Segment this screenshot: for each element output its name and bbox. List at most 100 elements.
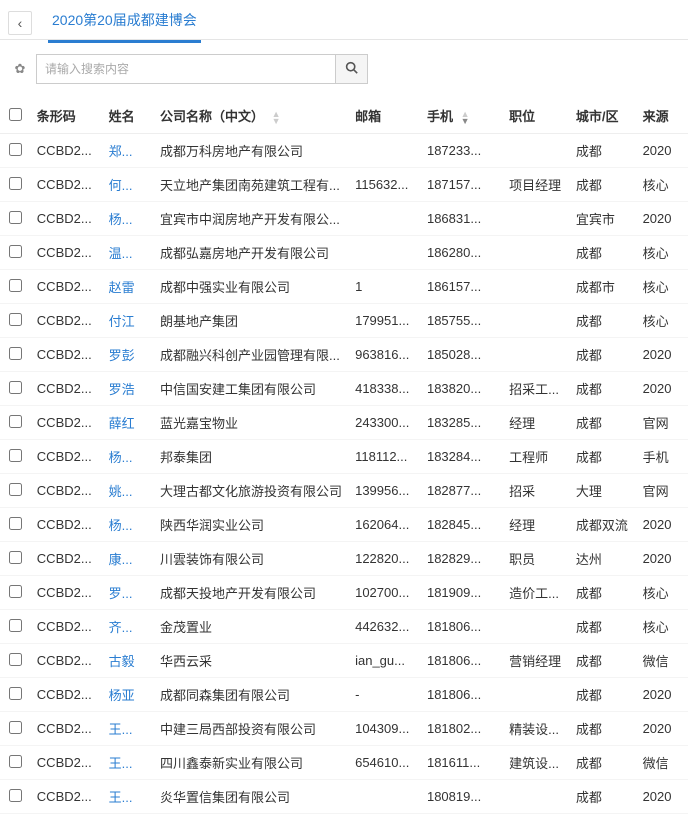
row-checkbox[interactable] [9,755,22,768]
row-checkbox[interactable] [9,789,22,802]
cell-name[interactable]: 姚... [103,474,154,508]
col-header-phone[interactable]: 手机 ▲▼ [421,98,503,134]
row-checkbox[interactable] [9,143,22,156]
col-header-company[interactable]: 公司名称（中文） ▲▼ [154,98,349,134]
cell-name[interactable]: 赵雷 [103,270,154,304]
cell-position: 招采 [503,474,570,508]
table-row[interactable]: CCBD2...罗浩中信国安建工集团有限公司418338...183820...… [0,372,688,406]
cell-name[interactable]: 王... [103,746,154,780]
table-row[interactable]: CCBD2...齐...金茂置业442632...181806...成都核心 [0,610,688,644]
cell-position: 项目经理 [503,168,570,202]
row-select-cell [0,746,31,780]
gear-icon[interactable]: ✿ [10,61,30,77]
table-row[interactable]: CCBD2...王...四川鑫泰新实业有限公司654610...181611..… [0,746,688,780]
cell-name[interactable]: 杨... [103,202,154,236]
cell-barcode: CCBD2... [31,474,103,508]
col-header-position[interactable]: 职位 [503,98,570,134]
search-row: ✿ [0,40,688,98]
row-checkbox[interactable] [9,653,22,666]
back-button[interactable]: ‹ [8,11,32,35]
row-checkbox[interactable] [9,211,22,224]
table-row[interactable]: CCBD2...薛红蓝光嘉宝物业243300...183285...经理成都官网 [0,406,688,440]
table-row[interactable]: CCBD2...赵雷成都中强实业有限公司1186157...成都市核心 [0,270,688,304]
cell-city: 宜宾市 [570,202,637,236]
row-checkbox[interactable] [9,551,22,564]
col-header-select[interactable] [0,98,31,134]
cell-name[interactable]: 郑... [103,134,154,168]
table-row[interactable]: CCBD2...杨...陕西华润实业公司162064...182845...经理… [0,508,688,542]
cell-name[interactable]: 温... [103,236,154,270]
cell-phone: 187233... [421,134,503,168]
cell-name[interactable]: 罗... [103,576,154,610]
table-header-row: 条形码 姓名 公司名称（中文） ▲▼ 邮箱 手机 ▲▼ 职位 城市/区 来源 [0,98,688,134]
row-checkbox[interactable] [9,449,22,462]
table-row[interactable]: CCBD2...付江朗基地产集团179951...185755...成都核心 [0,304,688,338]
cell-name[interactable]: 付江 [103,304,154,338]
row-select-cell [0,202,31,236]
cell-city: 成都市 [570,270,637,304]
cell-name[interactable]: 罗浩 [103,372,154,406]
table-row[interactable]: CCBD2...杨...宜宾市中润房地产开发有限公...186831...宜宾市… [0,202,688,236]
row-checkbox[interactable] [9,517,22,530]
cell-phone: 181611... [421,746,503,780]
row-checkbox[interactable] [9,313,22,326]
cell-name[interactable]: 杨亚 [103,678,154,712]
cell-name[interactable]: 杨... [103,440,154,474]
cell-email: 442632... [349,610,421,644]
row-checkbox[interactable] [9,585,22,598]
row-checkbox[interactable] [9,177,22,190]
cell-position: 招采工... [503,372,570,406]
row-checkbox[interactable] [9,483,22,496]
col-header-name[interactable]: 姓名 [103,98,154,134]
cell-company: 成都天投地产开发有限公司 [154,576,349,610]
cell-name[interactable]: 罗彭 [103,338,154,372]
tab-active[interactable]: 2020第20届成都建博会 [48,2,201,43]
table-row[interactable]: CCBD2...罗彭成都融兴科创产业园管理有限...963816...18502… [0,338,688,372]
table-row[interactable]: CCBD2...郑...成都万科房地产有限公司187233...成都2020 [0,134,688,168]
row-checkbox[interactable] [9,687,22,700]
cell-name[interactable]: 王... [103,780,154,814]
select-all-checkbox[interactable] [9,108,22,121]
cell-name[interactable]: 杨... [103,508,154,542]
table-row[interactable]: CCBD2...杨...邦泰集团118112...183284...工程师成都手… [0,440,688,474]
col-header-barcode[interactable]: 条形码 [31,98,103,134]
cell-name[interactable]: 古毅 [103,644,154,678]
row-checkbox[interactable] [9,245,22,258]
search-input[interactable] [36,54,336,84]
col-header-email[interactable]: 邮箱 [349,98,421,134]
cell-city: 成都 [570,134,637,168]
col-header-source[interactable]: 来源 [637,98,688,134]
table-row[interactable]: CCBD2...杨亚成都同森集团有限公司-181806...成都2020 [0,678,688,712]
row-checkbox[interactable] [9,279,22,292]
cell-position [503,270,570,304]
table-row[interactable]: CCBD2...古毅华西云采ian_gu...181806...营销经理成都微信 [0,644,688,678]
row-checkbox[interactable] [9,619,22,632]
cell-company: 朗基地产集团 [154,304,349,338]
cell-name[interactable]: 齐... [103,610,154,644]
table-row[interactable]: CCBD2...罗...成都天投地产开发有限公司102700...181909.… [0,576,688,610]
search-button[interactable] [336,54,368,84]
row-checkbox[interactable] [9,381,22,394]
cell-name[interactable]: 薛红 [103,406,154,440]
row-checkbox[interactable] [9,721,22,734]
cell-name[interactable]: 王... [103,712,154,746]
col-header-city[interactable]: 城市/区 [570,98,637,134]
cell-name[interactable]: 何... [103,168,154,202]
cell-city: 成都 [570,406,637,440]
cell-name[interactable]: 康... [103,542,154,576]
cell-barcode: CCBD2... [31,508,103,542]
row-checkbox[interactable] [9,347,22,360]
cell-email [349,134,421,168]
table-row[interactable]: CCBD2...康...川雲装饰有限公司122820...182829...职员… [0,542,688,576]
table-row[interactable]: CCBD2...王...中建三局西部投资有限公司104309...181802.… [0,712,688,746]
table-row[interactable]: CCBD2...姚...大理古都文化旅游投资有限公司139956...18287… [0,474,688,508]
table-row[interactable]: CCBD2...温...成都弘嘉房地产开发有限公司186280...成都核心 [0,236,688,270]
table-row[interactable]: CCBD2...何...天立地产集团南苑建筑工程有...115632...187… [0,168,688,202]
cell-phone: 181806... [421,678,503,712]
cell-barcode: CCBD2... [31,304,103,338]
cell-company: 四川鑫泰新实业有限公司 [154,746,349,780]
row-select-cell [0,338,31,372]
table-row[interactable]: CCBD2...王...炎华置信集团有限公司180819...成都2020 [0,780,688,814]
row-checkbox[interactable] [9,415,22,428]
cell-city: 成都 [570,746,637,780]
